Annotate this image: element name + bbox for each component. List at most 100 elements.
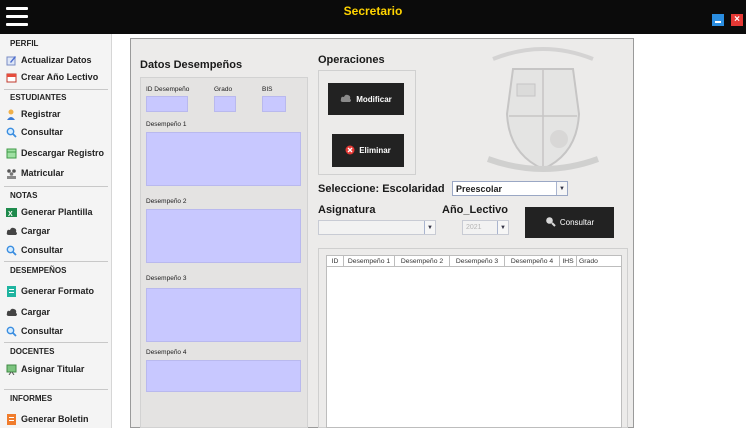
chevron-down-icon: ▼ <box>556 182 567 195</box>
search-icon <box>6 245 17 256</box>
column-header-desempeno-1[interactable]: Desempeño 1 <box>344 256 395 267</box>
desempeno-4-label: Desempeño 4 <box>146 349 187 356</box>
id-desempeno-input[interactable] <box>146 96 188 112</box>
user-add-icon <box>6 109 17 120</box>
bis-input[interactable] <box>262 96 286 112</box>
sidebar-header-notas: NOTAS <box>10 191 38 200</box>
delete-icon <box>345 145 355 157</box>
sidebar-item-label: Consultar <box>21 326 64 336</box>
sidebar-item-label: Generar Formato <box>21 286 95 296</box>
desempeno-1-label: Desempeño 1 <box>146 121 187 128</box>
operaciones-title: Operaciones <box>318 54 385 66</box>
column-header-desempeno-4[interactable]: Desempeño 4 <box>505 256 560 267</box>
datos-title: Datos Desempeños <box>140 59 243 71</box>
results-table[interactable]: ID Desempeño 1 Desempeño 2 Desempeño 3 D… <box>326 255 622 428</box>
sidebar-item-label: Generar Boletin <box>21 414 89 424</box>
search-icon <box>6 127 17 138</box>
sidebar-item-label: Generar Plantilla <box>21 207 93 217</box>
ano-lectivo-label: Año_Lectivo <box>442 204 509 216</box>
sidebar-item-label: Crear Año Lectivo <box>21 72 99 82</box>
sidebar-header-estudiantes: ESTUDIANTES <box>10 93 67 102</box>
ano-lectivo-value: 2021 <box>466 224 482 231</box>
report-icon <box>6 413 17 425</box>
board-icon <box>6 364 17 375</box>
escolaridad-label: Seleccione: Escolaridad <box>318 183 445 195</box>
sidebar: PERFIL Actualizar Datos Crear Año Lectiv… <box>0 34 112 428</box>
asignatura-label: Asignatura <box>318 204 376 216</box>
desempeno-4-textarea[interactable] <box>146 360 301 392</box>
asignatura-select[interactable]: ▼ <box>318 220 436 235</box>
id-desempeno-label: ID Desempeño <box>146 86 190 93</box>
sidebar-item-label: Cargar <box>21 307 51 317</box>
sidebar-item-actualizar-datos[interactable]: Actualizar Datos <box>6 52 110 68</box>
table-header: ID Desempeño 1 Desempeño 2 Desempeño 3 D… <box>327 256 621 267</box>
sidebar-item-cargar-notas[interactable]: Cargar <box>6 223 110 239</box>
excel-icon: X <box>6 207 17 218</box>
grado-input[interactable] <box>214 96 236 112</box>
sidebar-item-descargar-registro[interactable]: Descargar Registro <box>6 145 110 161</box>
sidebar-item-label: Asignar Titular <box>21 364 85 374</box>
sidebar-item-registrar[interactable]: Registrar <box>6 106 110 122</box>
modificar-label: Modificar <box>356 94 392 104</box>
column-header-grado[interactable]: Grado <box>577 256 621 267</box>
desempeno-2-label: Desempeño 2 <box>146 198 187 205</box>
chevron-down-icon: ▼ <box>424 221 435 234</box>
cloud-upload-icon <box>6 307 17 318</box>
sidebar-item-label: Descargar Registro <box>21 148 105 158</box>
minimize-icon[interactable] <box>712 14 724 26</box>
sidebar-item-generar-plantilla[interactable]: X Generar Plantilla <box>6 204 110 220</box>
column-header-id[interactable]: ID <box>327 256 344 267</box>
sidebar-header-desempenos: DESEMPEÑOS <box>10 266 67 275</box>
sidebar-item-matricular[interactable]: Matricular <box>6 165 110 181</box>
sidebar-item-asignar-titular[interactable]: Asignar Titular <box>6 361 110 377</box>
consultar-button[interactable]: Consultar <box>525 207 614 238</box>
sidebar-item-consultar-notas[interactable]: Consultar <box>6 242 110 258</box>
sidebar-item-label: Cargar <box>21 226 51 236</box>
escolaridad-value: Preescolar <box>456 183 503 194</box>
column-header-ihs[interactable]: IHS <box>560 256 577 267</box>
desempeno-3-label: Desempeño 3 <box>146 275 187 282</box>
sidebar-item-label: Consultar <box>21 127 64 137</box>
search-icon <box>545 216 556 229</box>
school-crest-watermark <box>486 47 600 172</box>
spreadsheet-icon <box>6 148 17 159</box>
cloud-upload-icon <box>6 226 17 237</box>
grado-label: Grado <box>214 86 233 93</box>
sidebar-header-perfil: PERFIL <box>10 39 39 48</box>
sidebar-item-label: Matricular <box>21 168 65 178</box>
sidebar-item-label: Registrar <box>21 109 61 119</box>
column-header-desempeno-2[interactable]: Desempeño 2 <box>395 256 450 267</box>
eliminar-button[interactable]: Eliminar <box>332 134 404 167</box>
bis-label: BIS <box>262 86 273 93</box>
desempeno-1-textarea[interactable] <box>146 132 301 186</box>
consultar-label: Consultar <box>559 218 595 227</box>
desempeno-3-textarea[interactable] <box>146 288 301 342</box>
title-bar: Secretario × <box>0 0 746 34</box>
sidebar-item-label: Consultar <box>21 245 64 255</box>
edit-icon <box>6 55 17 66</box>
document-icon <box>6 285 17 297</box>
ano-lectivo-select[interactable]: 2021 ▼ <box>462 220 509 235</box>
sidebar-item-consultar-desempenos[interactable]: Consultar <box>6 323 110 339</box>
desempeno-2-textarea[interactable] <box>146 209 301 263</box>
svg-text:X: X <box>8 211 13 218</box>
search-icon <box>6 326 17 337</box>
sidebar-item-consultar-estudiantes[interactable]: Consultar <box>6 124 110 140</box>
sidebar-item-generar-formato[interactable]: Generar Formato <box>6 283 110 299</box>
chevron-down-icon: ▼ <box>497 221 508 234</box>
calendar-icon <box>6 72 17 83</box>
window-title: Secretario <box>343 4 403 18</box>
sidebar-item-cargar-desempenos[interactable]: Cargar <box>6 304 110 320</box>
sidebar-item-crear-ano-lectivo[interactable]: Crear Año Lectivo <box>6 69 110 85</box>
group-icon <box>6 168 17 179</box>
sidebar-header-docentes: DOCENTES <box>10 347 55 356</box>
column-header-desempeno-3[interactable]: Desempeño 3 <box>450 256 505 267</box>
cloud-icon <box>340 94 352 105</box>
sidebar-item-label: Actualizar Datos <box>21 55 92 65</box>
modificar-button[interactable]: Modificar <box>328 83 404 115</box>
eliminar-label: Eliminar <box>359 146 391 155</box>
sidebar-item-generar-boletin[interactable]: Generar Boletin <box>6 411 110 427</box>
escolaridad-select[interactable]: Preescolar ▼ <box>452 181 568 196</box>
close-icon[interactable]: × <box>731 14 743 26</box>
sidebar-header-informes: INFORMES <box>10 394 53 403</box>
